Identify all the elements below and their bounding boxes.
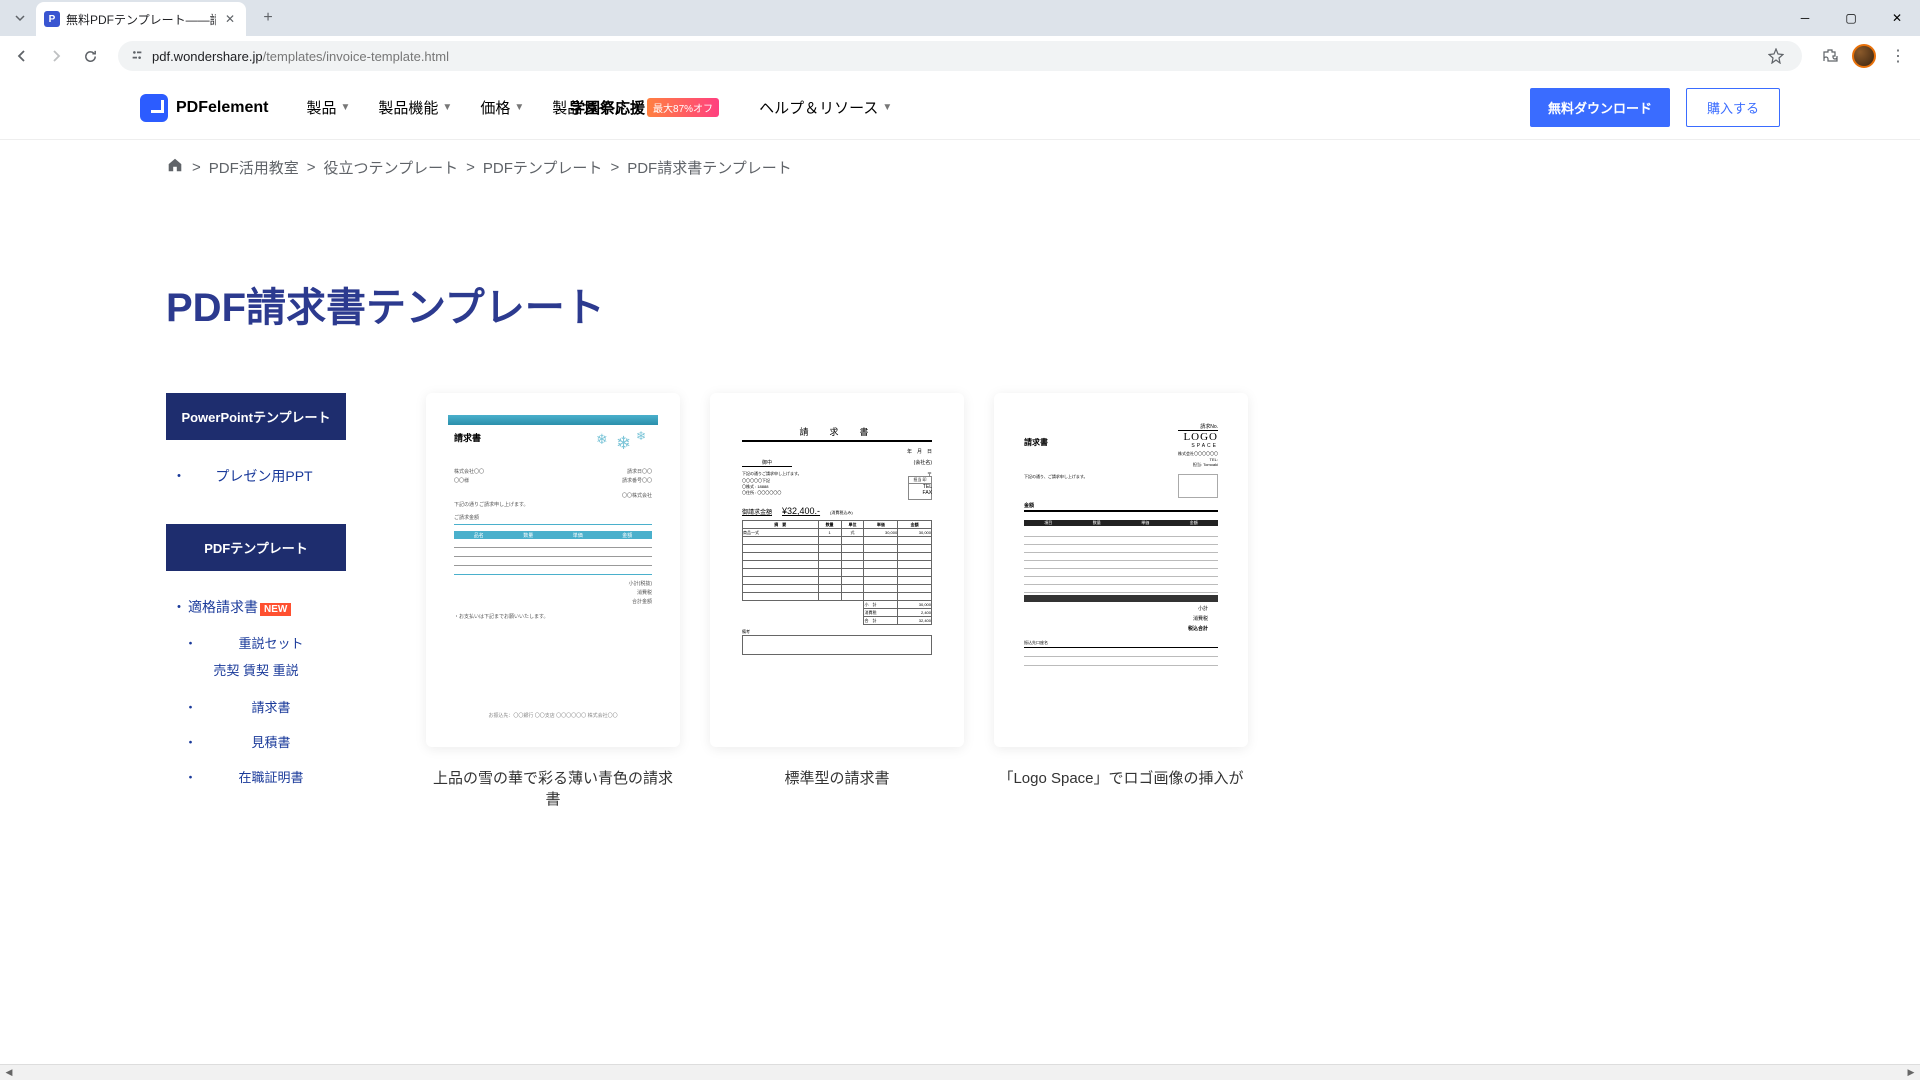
chevron-down-icon: ▼: [340, 102, 350, 113]
promo-banner[interactable]: 学園祭応援最大87%オフ: [570, 97, 719, 118]
address-bar[interactable]: pdf.wondershare.jp/templates/invoice-tem…: [118, 41, 1802, 71]
url-text: pdf.wondershare.jp/templates/invoice-tem…: [152, 49, 449, 64]
scroll-right-icon[interactable]: ▶: [1904, 1067, 1918, 1078]
breadcrumb-link[interactable]: PDF活用教室: [209, 157, 299, 178]
sidebar-item-presentation-ppt[interactable]: プレゼン用PPT: [166, 458, 346, 494]
buy-button[interactable]: 購入する: [1686, 88, 1780, 127]
back-button[interactable]: [8, 42, 36, 70]
nav-product[interactable]: 製品▼: [306, 97, 350, 118]
template-card: 請求書 ❄ ❄ ❄ 株式会社〇〇請求日〇〇 〇〇様請求番号〇〇 〇〇株式会社 下…: [426, 393, 680, 824]
template-caption: 「Logo Space」でロゴ画像の挿入が: [994, 767, 1248, 788]
sidebar-item-employment-cert[interactable]: 在職証明書: [166, 759, 346, 794]
sidebar-item-qualified-invoice[interactable]: 適格請求書NEW: [166, 589, 346, 625]
scroll-left-icon[interactable]: ◀: [2, 1067, 16, 1078]
close-window-button[interactable]: ✕: [1874, 0, 1920, 36]
tab-search-dropdown[interactable]: [8, 6, 32, 30]
minimize-button[interactable]: ─: [1782, 0, 1828, 36]
breadcrumb: >PDF活用教室 >役立つテンプレート >PDFテンプレート >PDF請求書テン…: [0, 140, 1920, 195]
chevron-down-icon: ▼: [882, 102, 892, 113]
chevron-down-icon: ▼: [514, 102, 524, 113]
site-header: PDFelement 製品▼ 製品機能▼ 価格▼ 製品ガイド▼ 学園祭応援最大8…: [0, 76, 1920, 140]
breadcrumb-link[interactable]: 役立つテンプレート: [324, 157, 459, 178]
download-button[interactable]: 無料ダウンロード: [1530, 88, 1670, 127]
close-tab-icon[interactable]: ✕: [222, 11, 238, 27]
sidebar-item-invoice[interactable]: 請求書: [166, 689, 346, 724]
logo-icon: [140, 94, 168, 122]
bookmark-icon[interactable]: [1762, 42, 1790, 70]
maximize-button[interactable]: ▢: [1828, 0, 1874, 36]
forward-button[interactable]: [42, 42, 70, 70]
home-icon[interactable]: [166, 156, 184, 179]
horizontal-scrollbar[interactable]: ◀ ▶: [0, 1064, 1920, 1080]
nav-help[interactable]: ヘルプ＆リソース▼: [759, 97, 892, 118]
profile-avatar[interactable]: [1850, 42, 1878, 70]
sidebar: PowerPointテンプレート プレゼン用PPT PDFテンプレート 適格請求…: [166, 393, 346, 824]
sidebar-item-estimate[interactable]: 見積書: [166, 724, 346, 759]
nav-features[interactable]: 製品機能▼: [378, 97, 452, 118]
browser-toolbar: pdf.wondershare.jp/templates/invoice-tem…: [0, 36, 1920, 76]
template-caption: 上品の雪の華で彩る薄い青色の請求書: [426, 767, 680, 809]
template-caption: 標準型の請求書: [710, 767, 964, 788]
sidebar-item-contract-set[interactable]: 重説セット: [166, 625, 346, 660]
template-grid: 請求書 ❄ ❄ ❄ 株式会社〇〇請求日〇〇 〇〇様請求番号〇〇 〇〇株式会社 下…: [426, 393, 1754, 824]
reload-button[interactable]: [76, 42, 104, 70]
tab-bar: P 無料PDFテンプレート――請求書テ ✕ + ─ ▢ ✕: [0, 0, 1920, 36]
site-logo[interactable]: PDFelement: [140, 94, 268, 122]
browser-menu-icon[interactable]: ⋮: [1884, 42, 1912, 70]
template-card: 請 求 書 年 月 日 御中(会社名) 下記の通りご請求申し上げます。〒 〇〇〇…: [710, 393, 964, 824]
sidebar-section-pdf[interactable]: PDFテンプレート: [166, 524, 346, 571]
tab-title: 無料PDFテンプレート――請求書テ: [66, 11, 216, 28]
chevron-down-icon: ▼: [442, 102, 452, 113]
breadcrumb-link[interactable]: PDFテンプレート: [483, 157, 603, 178]
template-card: 請求No. 請求書 LOGO SPACE 株式会社〇〇〇〇〇〇 TEL: 担当:…: [994, 393, 1248, 824]
new-tab-button[interactable]: +: [254, 4, 282, 32]
template-thumbnail[interactable]: 請 求 書 年 月 日 御中(会社名) 下記の通りご請求申し上げます。〒 〇〇〇…: [710, 393, 964, 747]
extensions-icon[interactable]: [1816, 42, 1844, 70]
sidebar-item-contract-sub: 売契 賃契 重説: [166, 660, 346, 689]
breadcrumb-current: PDF請求書テンプレート: [627, 157, 792, 178]
logo-text: PDFelement: [176, 99, 268, 117]
site-settings-icon[interactable]: [130, 48, 144, 65]
page-title: PDF請求書テンプレート: [166, 275, 1754, 333]
template-thumbnail[interactable]: 請求No. 請求書 LOGO SPACE 株式会社〇〇〇〇〇〇 TEL: 担当:…: [994, 393, 1248, 747]
template-thumbnail[interactable]: 請求書 ❄ ❄ ❄ 株式会社〇〇請求日〇〇 〇〇様請求番号〇〇 〇〇株式会社 下…: [426, 393, 680, 747]
new-badge: NEW: [260, 603, 291, 616]
sidebar-section-ppt[interactable]: PowerPointテンプレート: [166, 393, 346, 440]
promo-badge: 最大87%オフ: [647, 98, 719, 117]
favicon-icon: P: [44, 11, 60, 27]
nav-pricing[interactable]: 価格▼: [480, 97, 524, 118]
browser-tab[interactable]: P 無料PDFテンプレート――請求書テ ✕: [36, 2, 246, 36]
